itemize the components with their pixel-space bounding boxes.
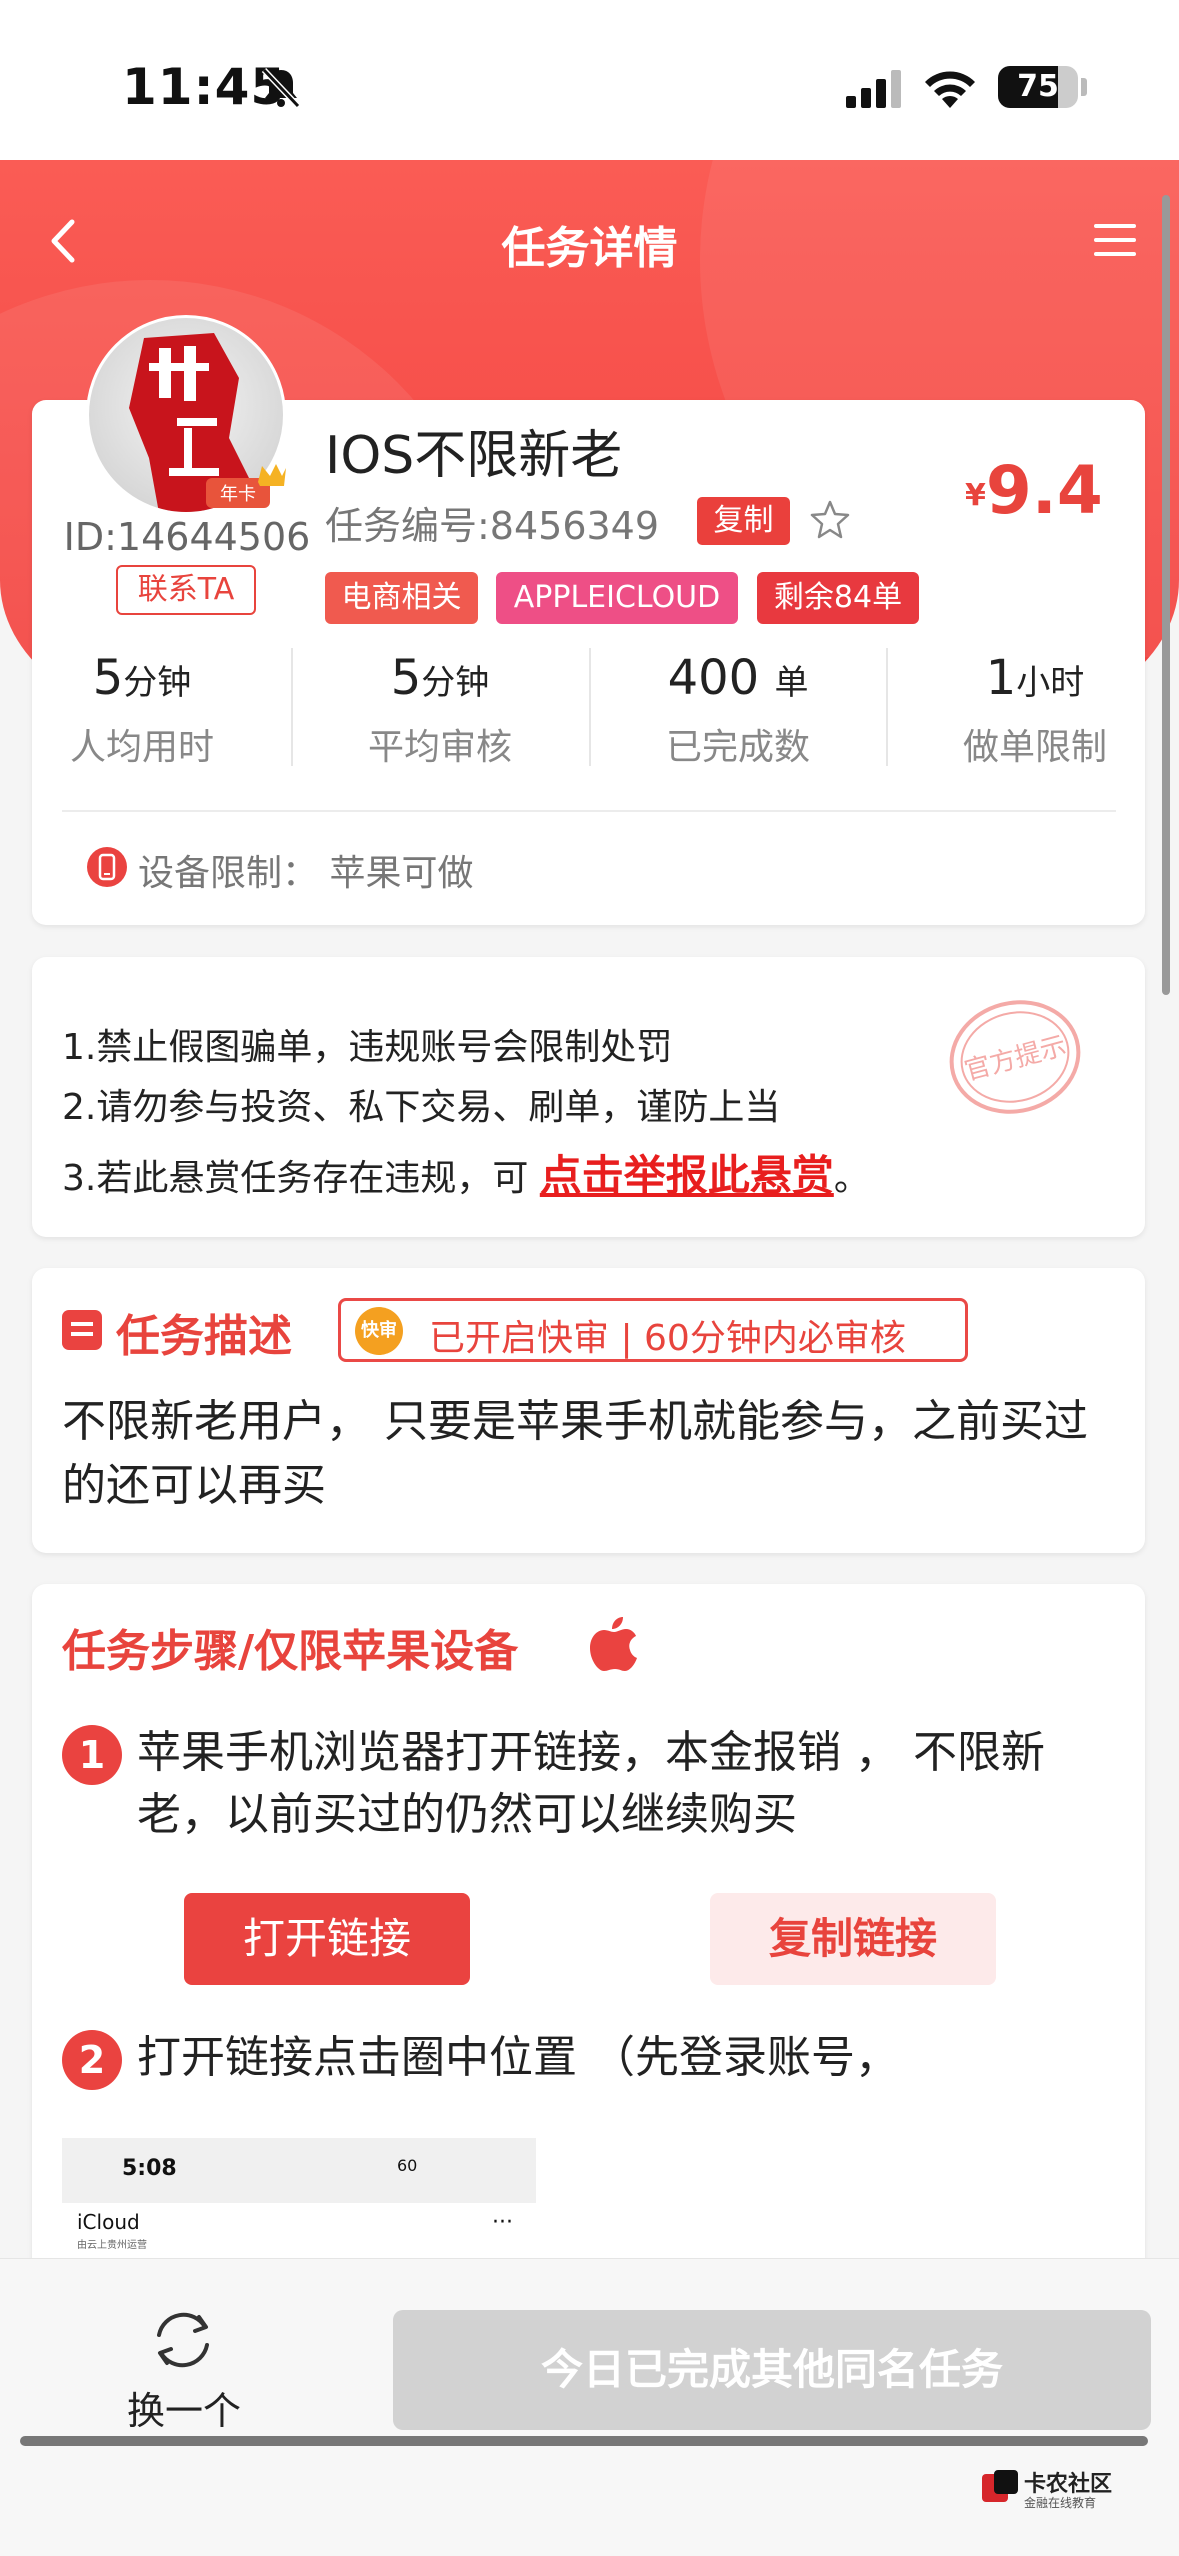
tag-remaining: 剩余84单 bbox=[757, 572, 919, 624]
refresh-label[interactable]: 换一个 bbox=[104, 2380, 264, 2435]
step-2-text: 打开链接点击圈中位置 （先登录账号， bbox=[137, 2032, 899, 2083]
screenshot-app: iCloud bbox=[77, 2210, 140, 2234]
stat-divider bbox=[291, 648, 293, 766]
screenshot-time: 5:08 bbox=[122, 2156, 177, 2181]
step-screenshot: 5:08 60 iCloud 由云上贵州运营 ··· bbox=[62, 2138, 536, 2258]
signal-icon bbox=[846, 70, 901, 108]
task-price: ¥9.4 bbox=[965, 452, 1103, 529]
copy-button[interactable]: 复制 bbox=[697, 497, 790, 545]
price-value: 9.4 bbox=[985, 452, 1103, 529]
step-2-number: 2 bbox=[62, 2030, 122, 2090]
notice-line-3-prefix: 3.若此悬赏任务存在违规，可 bbox=[62, 1158, 540, 1199]
refresh-icon[interactable] bbox=[145, 2305, 221, 2375]
price-symbol: ¥ bbox=[965, 478, 986, 513]
stat-divider bbox=[886, 648, 888, 766]
step-1-number: 1 bbox=[62, 1725, 122, 1785]
kanong-logo bbox=[982, 2470, 1018, 2502]
stat-avg-time: 5分钟 人均用时 bbox=[69, 650, 214, 768]
battery-text: 75 bbox=[1017, 69, 1059, 104]
menu-icon[interactable] bbox=[1090, 218, 1140, 262]
completed-button[interactable]: 今日已完成其他同名任务 bbox=[393, 2310, 1151, 2430]
description-text: 不限新老用户， 只要是苹果手机就能参与，之前买过的还可以再买 bbox=[62, 1396, 1088, 1511]
copy-link-button[interactable]: 复制链接 bbox=[710, 1893, 996, 1985]
battery-cap bbox=[1081, 78, 1087, 96]
fast-review-badge: 快审 已开启快审 | 60分钟内必审核 bbox=[338, 1298, 968, 1362]
screenshot-menu: ··· bbox=[492, 2210, 513, 2235]
description-title: 任务描述 bbox=[116, 1311, 292, 1362]
bell-slash-icon bbox=[261, 67, 301, 109]
apple-icon bbox=[590, 1617, 637, 1671]
battery-indicator: 75 bbox=[998, 66, 1078, 108]
notice-line-1: 1.禁止假图骗单，违规账号会限制处罚 bbox=[62, 1027, 673, 1068]
user-id: ID:14644506 bbox=[63, 515, 311, 559]
open-link-button[interactable]: 打开链接 bbox=[184, 1893, 470, 1985]
device-limit: 设备限制： 苹果可做 bbox=[138, 853, 474, 894]
notice-line-3: 3.若此悬赏任务存在违规，可 点击举报此悬赏。 bbox=[62, 1142, 870, 1203]
badge-label: 年卡 bbox=[220, 484, 256, 505]
status-bar: 11:45 75 bbox=[0, 0, 1179, 160]
home-indicator[interactable] bbox=[20, 2436, 1148, 2446]
watermark-sub: 金融在线教育 bbox=[1024, 2496, 1097, 2510]
divider bbox=[62, 810, 1116, 812]
fast-review-icon: 快审 bbox=[355, 1307, 403, 1355]
contact-button[interactable]: 联系TA bbox=[116, 565, 256, 615]
stat-avg-review: 5分钟 平均审核 bbox=[367, 650, 512, 768]
notice-line-3-suffix: 。 bbox=[833, 1158, 870, 1199]
star-icon[interactable] bbox=[808, 498, 852, 542]
phone-icon bbox=[87, 847, 127, 887]
fast-review-text: 已开启快审 | 60分钟内必审核 bbox=[429, 1318, 906, 1359]
task-number: 任务编号:8456349 bbox=[325, 504, 660, 548]
tag-category: 电商相关 bbox=[325, 572, 478, 624]
annual-card-badge: 年卡 bbox=[206, 464, 286, 508]
task-title: IOS不限新老 bbox=[325, 426, 623, 486]
seal-text: 官方提示 bbox=[961, 1031, 1069, 1087]
page-title: 任务详情 bbox=[501, 223, 678, 274]
tag-platform: APPLEICLOUD bbox=[496, 572, 738, 624]
stat-time-limit: 1小时 做单限制 bbox=[962, 650, 1107, 768]
steps-title: 任务步骤/仅限苹果设备 bbox=[62, 1626, 519, 1677]
step-1-text: 苹果手机浏览器打开链接，本金报销 ， 不限新老，以前买过的仍然可以继续购买 bbox=[137, 1727, 1045, 1840]
screenshot-status: 60 bbox=[397, 2156, 418, 2175]
notice-line-2: 2.请勿参与投资、私下交易、刷单，谨防上当 bbox=[62, 1087, 781, 1128]
screenshot-sub: 由云上贵州运营 bbox=[77, 2240, 147, 2251]
report-link[interactable]: 点击举报此悬赏 bbox=[540, 1151, 834, 1200]
wifi-icon bbox=[925, 71, 975, 108]
stat-completed: 400 单 已完成数 bbox=[665, 650, 810, 768]
document-icon bbox=[62, 1310, 102, 1350]
official-notice-seal: 官方提示 bbox=[949, 1000, 1081, 1114]
scrollbar[interactable] bbox=[1162, 195, 1170, 995]
stat-divider bbox=[589, 648, 591, 766]
